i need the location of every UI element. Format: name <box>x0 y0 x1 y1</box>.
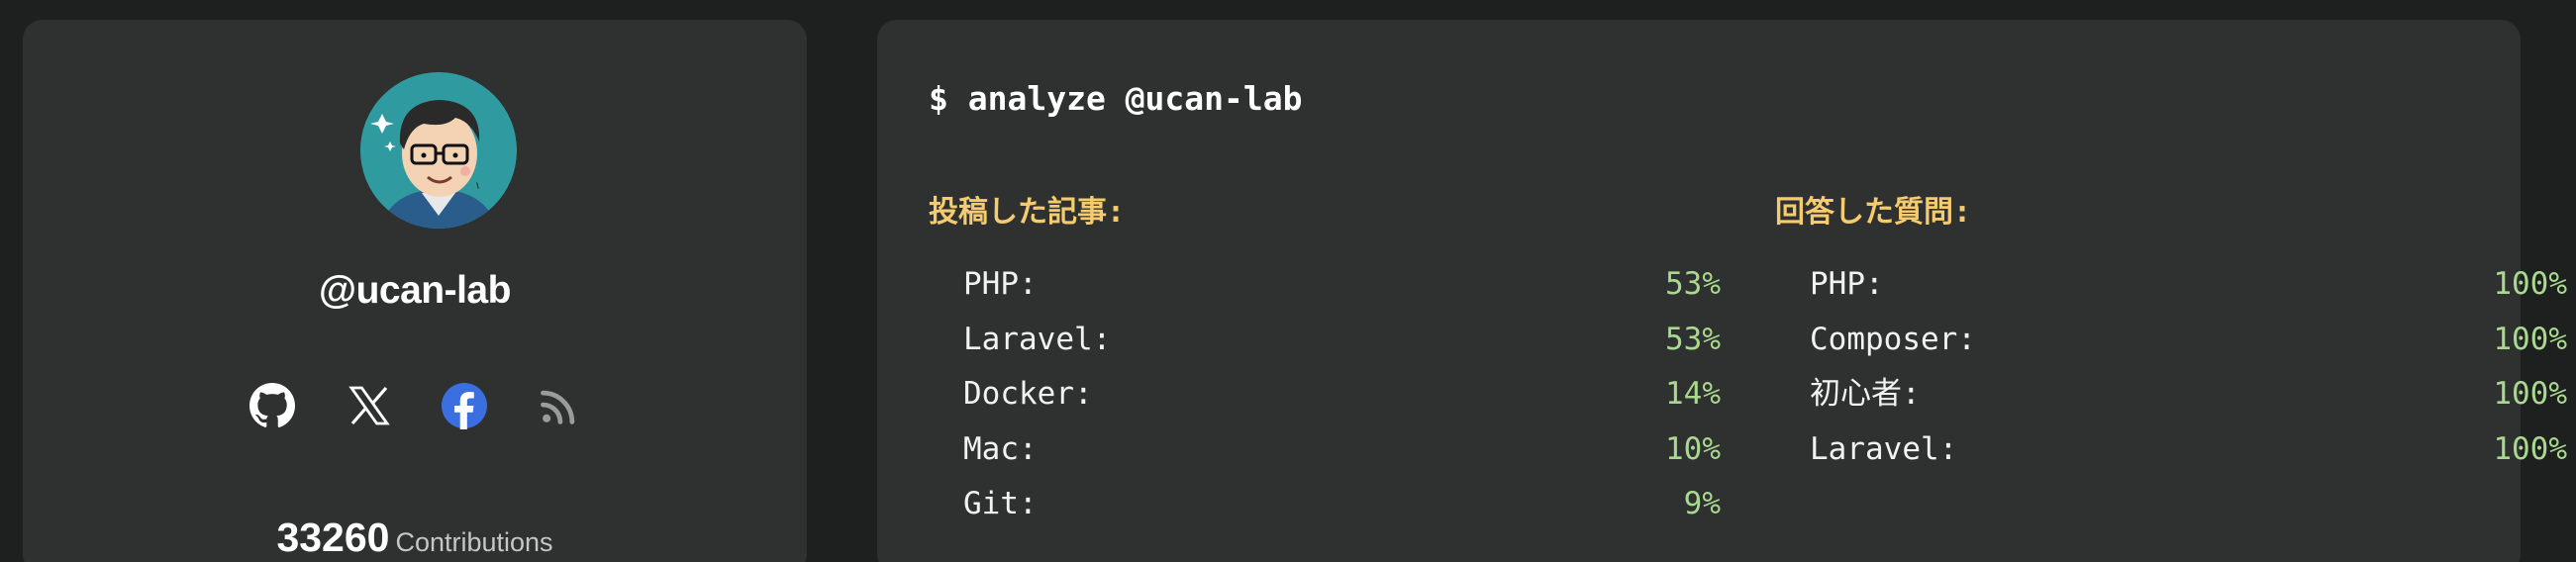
tag-percent: 53% <box>1665 266 1721 302</box>
tag-percent: 100% <box>2493 430 2567 467</box>
list-item: Git: 9% <box>929 477 1721 532</box>
tag-name: PHP: <box>1810 266 1884 302</box>
list-item: PHP: 53% <box>929 257 1721 313</box>
terminal-command: $ analyze @ucan-lab <box>929 79 1303 118</box>
username: @ucan-lab <box>319 269 511 312</box>
contributions: 33260 Contributions <box>23 515 807 561</box>
tag-name: 初心者: <box>1810 376 1921 412</box>
tag-percent: 100% <box>2493 321 2567 357</box>
list-item: 初心者: 100% <box>1775 367 2567 422</box>
avatar[interactable]: I <box>360 72 517 229</box>
answers-list: PHP: 100% Composer: 100% 初心者: 100% Larav… <box>1775 257 2567 477</box>
contributions-count: 33260 <box>276 515 390 560</box>
list-item: Mac: 10% <box>929 422 1721 478</box>
tag-percent: 53% <box>1665 321 1721 357</box>
list-item: Laravel: 100% <box>1775 422 2567 478</box>
tag-percent: 14% <box>1665 376 1721 412</box>
list-item: PHP: 100% <box>1775 257 2567 313</box>
list-item: Laravel: 53% <box>929 313 1721 368</box>
tag-name: Laravel: <box>963 321 1112 357</box>
tag-name: Composer: <box>1810 321 1976 357</box>
articles-column: 投稿した記事: PHP: 53% Laravel: 53% Docker: 14… <box>929 186 1721 532</box>
list-item: Composer: 100% <box>1775 313 2567 368</box>
avatar-illustration: I <box>360 72 517 229</box>
social-links <box>23 368 807 451</box>
tag-percent: 100% <box>2493 376 2567 412</box>
terminal-card: $ analyze @ucan-lab 投稿した記事: PHP: 53% Lar… <box>877 20 2567 562</box>
tag-name: Docker: <box>963 376 1093 412</box>
answers-column: 回答した質問: PHP: 100% Composer: 100% 初心者: 10… <box>1775 186 2567 477</box>
x-icon[interactable] <box>346 382 393 429</box>
tag-name: Laravel: <box>1810 430 1958 467</box>
facebook-icon[interactable] <box>441 382 488 429</box>
tag-name: PHP: <box>963 266 1038 302</box>
list-item: Docker: 14% <box>929 367 1721 422</box>
tag-percent: 100% <box>2493 266 2567 302</box>
profile-card: I @ucan-lab 33260 Contributions <box>23 20 807 562</box>
tag-percent: 9% <box>1683 486 1721 521</box>
answers-title: 回答した質問: <box>1775 195 1972 230</box>
tag-name: Git: <box>963 486 1038 521</box>
rss-icon[interactable] <box>538 384 585 431</box>
tag-percent: 10% <box>1665 430 1721 467</box>
articles-list: PHP: 53% Laravel: 53% Docker: 14% Mac: 1… <box>929 257 1721 532</box>
github-icon[interactable] <box>248 382 296 429</box>
tag-name: Mac: <box>963 430 1038 467</box>
contributions-label: Contributions <box>395 527 553 557</box>
articles-title: 投稿した記事: <box>929 195 1126 230</box>
